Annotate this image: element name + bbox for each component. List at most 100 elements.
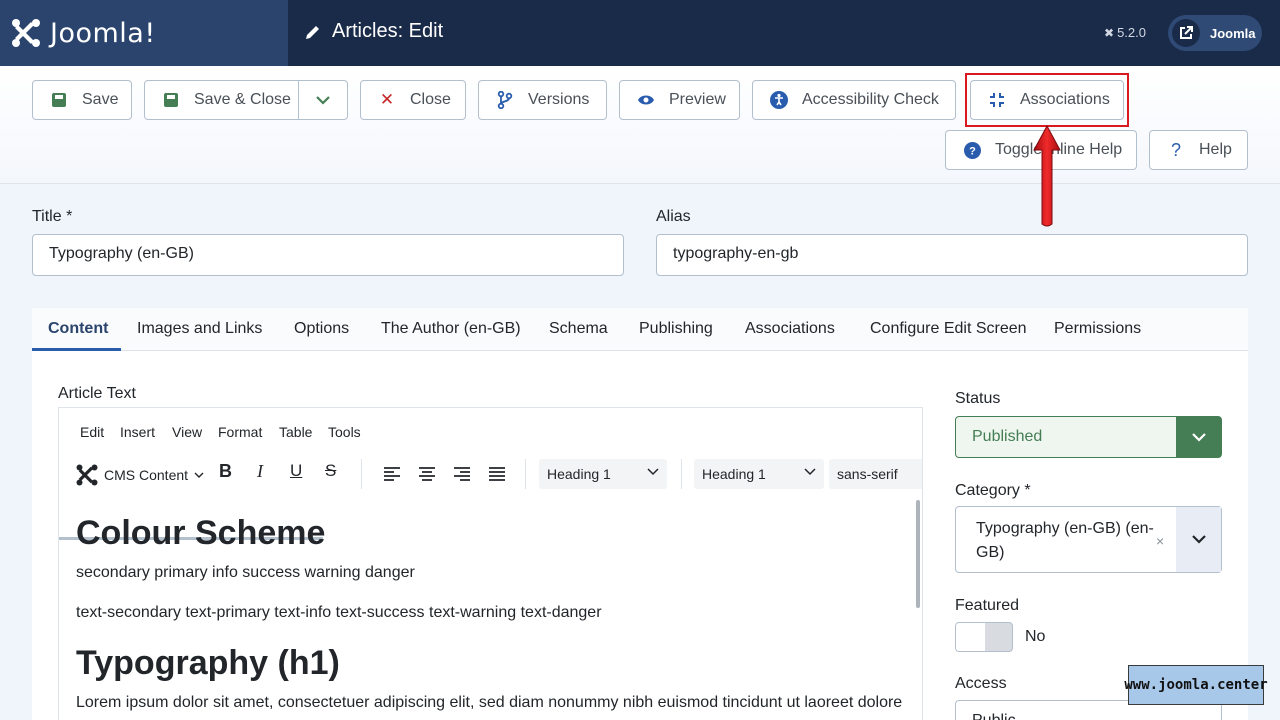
highlight-box xyxy=(965,73,1129,127)
menu-format[interactable]: Format xyxy=(218,424,262,440)
tab-options[interactable]: Options xyxy=(294,320,349,338)
joomla-logo-icon xyxy=(76,464,98,486)
help-button[interactable]: ? Help xyxy=(1149,130,1248,170)
versions-button[interactable]: Versions xyxy=(478,80,607,120)
chevron-down-icon xyxy=(1191,535,1206,544)
content-paragraph: secondary primary info success warning d… xyxy=(76,564,415,581)
underline-icon[interactable]: U xyxy=(290,461,302,481)
preview-label: Preview xyxy=(669,91,726,108)
content-paragraph: Lorem ipsum dolor sit amet, consectetuer… xyxy=(76,694,903,711)
save-dropdown-toggle[interactable] xyxy=(298,81,347,119)
page-title: Articles: Edit xyxy=(304,20,443,43)
version-info: ✖ 5.2.0 xyxy=(1104,25,1146,40)
block-format-value: Heading 1 xyxy=(547,466,611,482)
featured-value: No xyxy=(1025,628,1046,645)
editor-toolbar: CMS Content B I U S Heading 1 Heading 1 xyxy=(59,453,922,540)
title-input[interactable]: Typography (en-GB) xyxy=(32,234,624,276)
category-select[interactable]: Typography (en-GB) (en-GB) × xyxy=(955,506,1222,573)
question-circle-icon: ? xyxy=(963,141,981,159)
featured-label: Featured xyxy=(955,597,1020,614)
edit-panel: Content Images and Links Options The Aut… xyxy=(32,308,1248,720)
tab-author[interactable]: The Author (en-GB) xyxy=(381,320,521,338)
external-link-icon xyxy=(1172,19,1200,47)
tab-images-links[interactable]: Images and Links xyxy=(137,320,262,338)
tab-configure-edit-screen[interactable]: Configure Edit Screen xyxy=(870,320,1027,338)
content-paragraph: text-secondary text-primary text-info te… xyxy=(76,604,602,621)
save-close-label: Save & Close xyxy=(194,91,291,108)
editor-scrollbar[interactable] xyxy=(916,500,920,608)
editor-menubar: Edit Insert View Format Table Tools xyxy=(59,408,922,453)
tab-associations[interactable]: Associations xyxy=(745,320,835,338)
editor-content-area[interactable]: Colour Scheme secondary primary info suc… xyxy=(59,498,922,720)
category-value: Typography (en-GB) (en-GB) xyxy=(976,520,1154,561)
tab-publishing[interactable]: Publishing xyxy=(639,320,713,338)
close-label: Close xyxy=(410,91,451,108)
style-format-value: Heading 1 xyxy=(702,466,766,482)
category-dropdown-button[interactable] xyxy=(1176,507,1221,572)
italic-icon[interactable]: I xyxy=(257,461,263,482)
help-label: Help xyxy=(1199,141,1232,158)
save-label: Save xyxy=(82,91,119,108)
status-dropdown-button[interactable] xyxy=(1176,417,1221,457)
chevron-down-icon xyxy=(1191,432,1206,442)
align-left-icon[interactable] xyxy=(383,467,401,481)
strikethrough-icon[interactable]: S xyxy=(325,461,336,481)
style-format-select[interactable]: Heading 1 xyxy=(694,459,824,489)
access-label: Access xyxy=(955,675,1007,692)
joomla-logo-icon xyxy=(12,19,40,47)
tab-schema[interactable]: Schema xyxy=(549,320,608,338)
versions-label: Versions xyxy=(528,91,590,108)
chevron-down-icon xyxy=(194,472,204,478)
page-title-text: Articles: Edit xyxy=(332,20,444,42)
accessibility-check-button[interactable]: Accessibility Check xyxy=(752,80,956,120)
chevron-down-icon xyxy=(804,468,816,476)
chevron-down-icon xyxy=(316,96,330,105)
menu-view[interactable]: View xyxy=(172,424,202,440)
content-heading-typography: Typography (h1) xyxy=(76,644,340,682)
article-text-label: Article Text xyxy=(58,385,136,402)
pencil-icon xyxy=(306,25,319,39)
bold-icon[interactable]: B xyxy=(219,461,232,482)
clear-icon[interactable]: × xyxy=(1156,533,1164,549)
save-close-button[interactable]: Save & Close xyxy=(144,80,348,120)
block-format-select[interactable]: Heading 1 xyxy=(539,459,667,489)
floppy-icon xyxy=(50,91,68,109)
tab-permissions[interactable]: Permissions xyxy=(1054,320,1141,338)
title-label: Title * xyxy=(32,208,73,225)
status-value: Published xyxy=(972,428,1043,445)
menu-tools[interactable]: Tools xyxy=(328,424,361,440)
featured-toggle[interactable] xyxy=(955,622,1013,652)
tab-bar: Content Images and Links Options The Aut… xyxy=(32,308,1248,351)
alias-input[interactable]: typography-en-gb xyxy=(656,234,1248,276)
top-header: Joomla! Articles: Edit ✖ 5.2.0 Joomla xyxy=(0,0,1280,66)
cms-content-button[interactable]: CMS Content xyxy=(75,463,204,487)
toggle-knob xyxy=(956,623,985,651)
align-right-icon[interactable] xyxy=(453,467,471,481)
category-label: Category * xyxy=(955,482,1031,499)
content-heading-colour-scheme: Colour Scheme xyxy=(76,514,326,552)
menu-edit[interactable]: Edit xyxy=(80,424,104,440)
close-button[interactable]: ✕ Close xyxy=(360,80,466,120)
menu-insert[interactable]: Insert xyxy=(120,424,155,440)
save-button[interactable]: Save xyxy=(32,80,132,120)
access-value: Public xyxy=(972,712,1016,720)
watermark: www.joomla.center xyxy=(1124,665,1268,705)
tab-content[interactable]: Content xyxy=(48,320,108,338)
joomla-small-icon: ✖ xyxy=(1104,25,1115,40)
font-family-value: sans-serif xyxy=(837,466,898,482)
rich-text-editor: Edit Insert View Format Table Tools CMS … xyxy=(58,407,923,720)
align-center-icon[interactable] xyxy=(418,467,436,481)
brand-area[interactable]: Joomla! xyxy=(0,0,288,66)
toolbar-separator xyxy=(525,459,526,489)
align-justify-icon[interactable] xyxy=(488,467,506,481)
status-select[interactable]: Published xyxy=(955,416,1222,458)
toolbar-separator xyxy=(681,459,682,489)
font-family-select[interactable]: sans-serif xyxy=(829,459,922,489)
site-link-button[interactable]: Joomla xyxy=(1168,15,1262,51)
red-arrow-annotation xyxy=(1033,124,1061,227)
menu-table[interactable]: Table xyxy=(279,424,312,440)
preview-button[interactable]: Preview xyxy=(619,80,740,120)
question-icon: ? xyxy=(1170,139,1181,160)
accessibility-label: Accessibility Check xyxy=(802,91,939,108)
version-number: 5.2.0 xyxy=(1117,25,1146,40)
